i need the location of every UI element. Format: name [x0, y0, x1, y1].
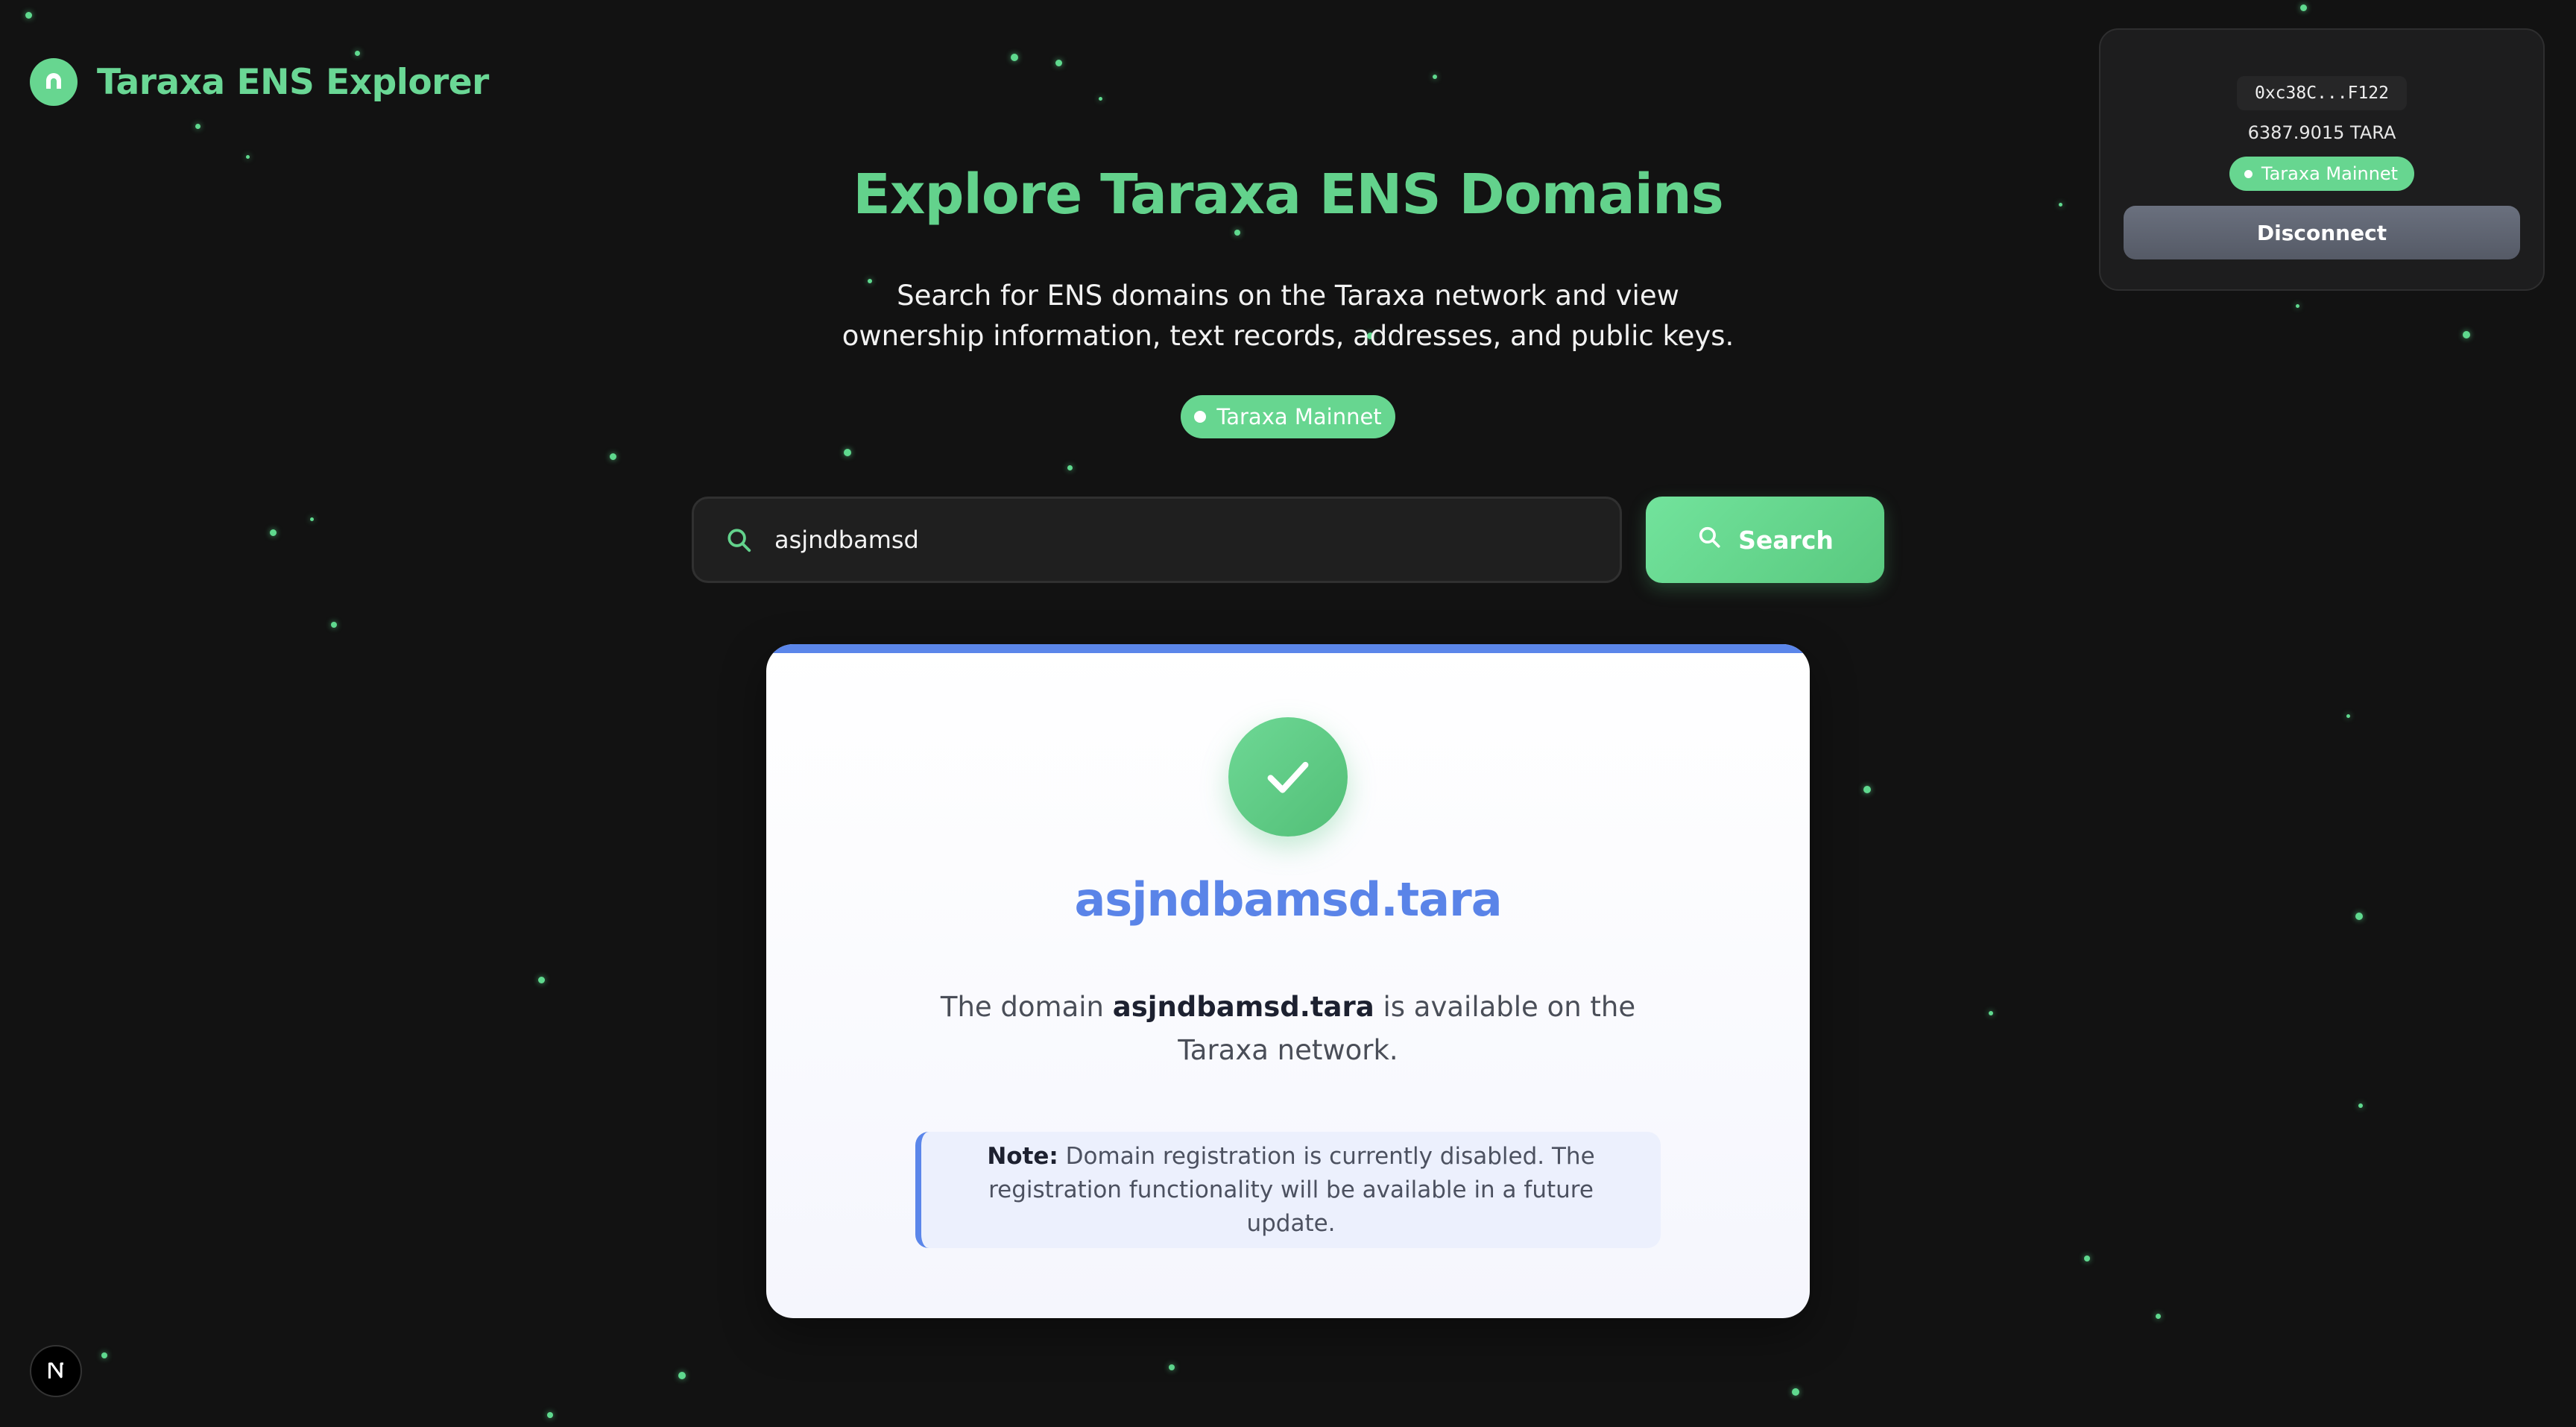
search-button-label: Search [1738, 525, 1834, 555]
status-dot-icon [1194, 411, 1207, 423]
search-input[interactable] [773, 525, 1620, 555]
network-badge: Taraxa Mainnet [1181, 395, 1395, 438]
note-text: Domain registration is currently disable… [988, 1142, 1595, 1237]
search-icon [724, 525, 754, 555]
domain-name: asjndbamsd.tara [1074, 872, 1502, 927]
registration-note: Note: Domain registration is currently d… [915, 1132, 1661, 1248]
page: Taraxa ENS Explorer 0xc38C...F122 6387.9… [0, 0, 2576, 1427]
wallet-panel: 0xc38C...F122 6387.9015 TARA Taraxa Main… [2099, 28, 2545, 291]
app-title: Taraxa ENS Explorer [97, 61, 489, 103]
search-icon [1696, 524, 1722, 555]
availability-message: The domain asjndbamsd.tara is available … [915, 986, 1661, 1072]
page-title: Explore Taraxa ENS Domains [853, 163, 1724, 227]
brand[interactable]: Taraxa ENS Explorer [30, 58, 489, 106]
search-box[interactable] [692, 497, 1622, 583]
result-accent-bar [766, 644, 1810, 653]
nextjs-icon[interactable] [30, 1345, 82, 1397]
search-button[interactable]: Search [1646, 497, 1884, 583]
check-icon [1228, 717, 1348, 837]
wallet-address[interactable]: 0xc38C...F122 [2236, 76, 2407, 110]
taraxa-logo-icon [30, 58, 78, 106]
availability-domain: asjndbamsd.tara [1112, 991, 1374, 1023]
wallet-balance: 6387.9015 TARA [2247, 122, 2396, 143]
result-card: asjndbamsd.tara The domain asjndbamsd.ta… [766, 644, 1810, 1318]
page-subtitle: Search for ENS domains on the Taraxa net… [842, 280, 1734, 352]
note-label: Note: [987, 1142, 1058, 1170]
availability-prefix: The domain [940, 991, 1113, 1023]
network-badge-label: Taraxa Mainnet [1216, 404, 1382, 429]
